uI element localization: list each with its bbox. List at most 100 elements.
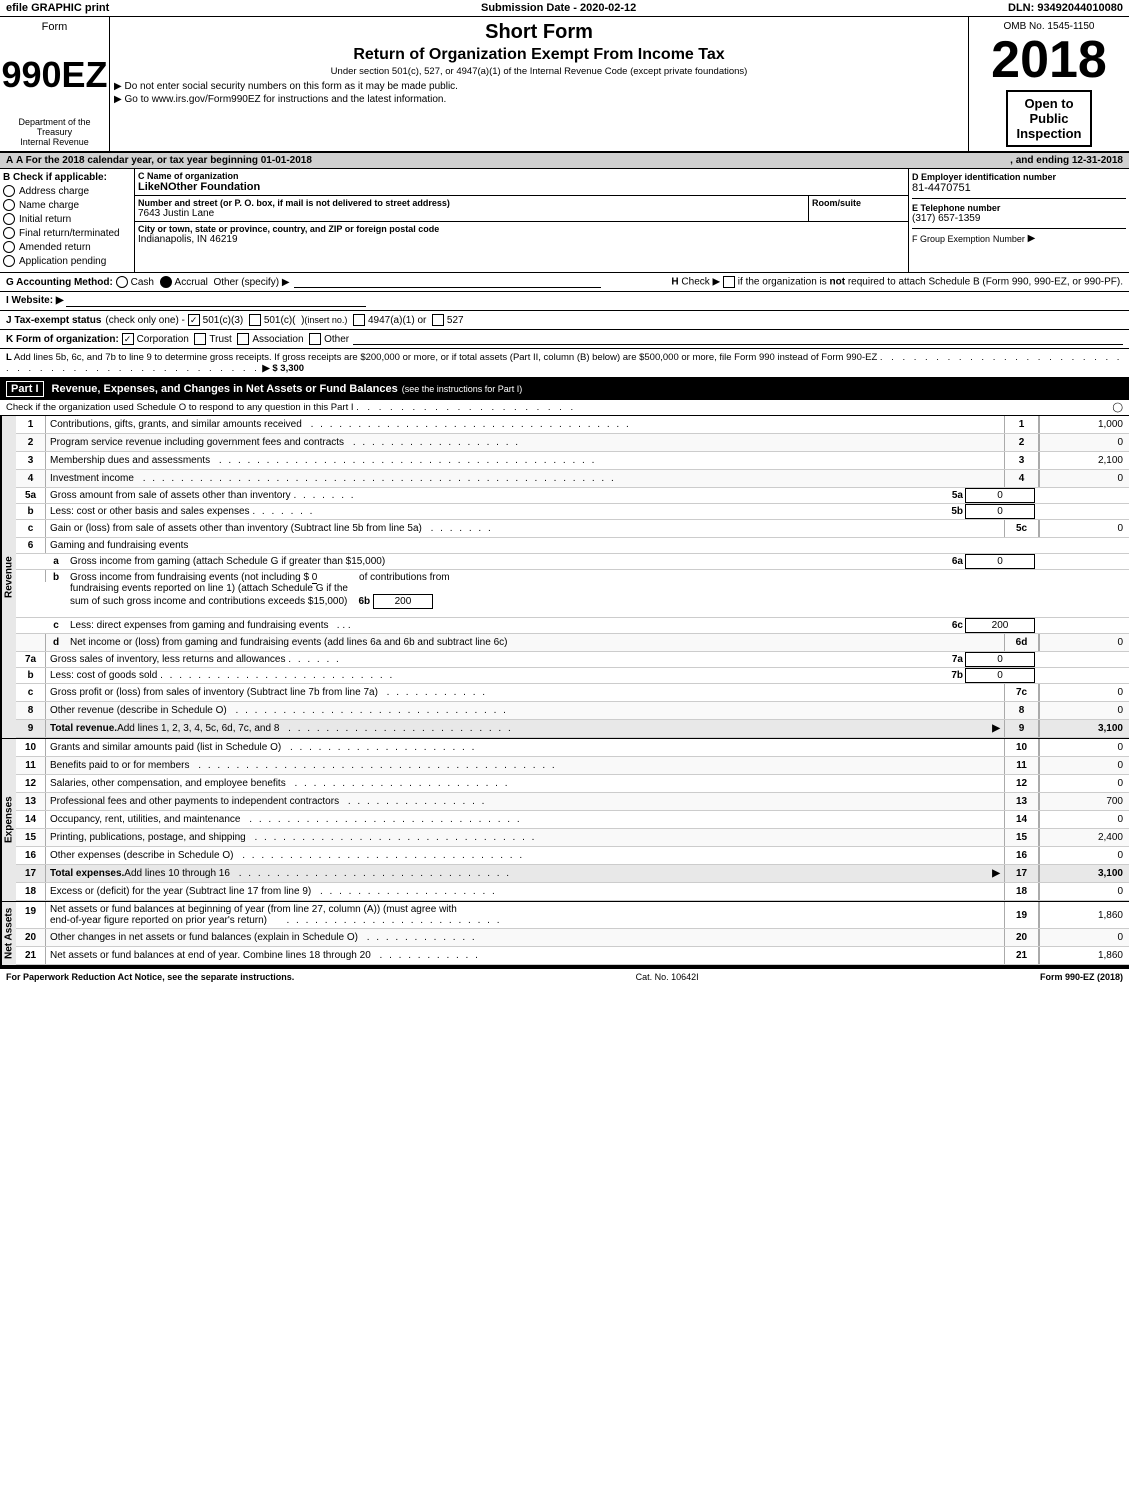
row-13: 13 Professional fees and other payments …: [16, 793, 1129, 811]
row-11: 11 Benefits paid to or for members . . .…: [16, 757, 1129, 775]
website-label: I Website: ▶: [6, 295, 64, 306]
row-16: 16 Other expenses (describe in Schedule …: [16, 847, 1129, 865]
other-org-checkbox: [309, 333, 321, 345]
row-6d: d Net income or (loss) from gaming and f…: [16, 634, 1129, 652]
ein-label: D Employer identification number: [912, 172, 1126, 182]
section-b-label: B Check if applicable:: [3, 172, 131, 183]
trust-checkbox: [194, 333, 206, 345]
section-l-text: L Add lines 5b, 6c, and 7b to line 9 to …: [6, 352, 1122, 374]
revenue-vert-label: Revenue: [0, 416, 16, 738]
schedule-o-check-text: Check if the organization used Schedule …: [6, 402, 576, 413]
row-17: 17 Total expenses. Add lines 10 through …: [16, 865, 1129, 883]
subtitle: Under section 501(c), 527, or 4947(a)(1)…: [114, 66, 964, 77]
initial-return-label: Initial return: [19, 214, 71, 225]
corporation-label: Corporation: [137, 334, 189, 345]
open-to-public-line1: Open to: [1016, 96, 1081, 111]
form-org-label: K Form of organization:: [6, 334, 119, 345]
4947-checkbox: [353, 314, 365, 326]
check-only-label: (check only one) -: [105, 315, 184, 326]
section-a-ending: , and ending 12-31-2018: [1010, 155, 1123, 166]
short-form-title: Short Form: [114, 21, 964, 44]
accrual-label: Accrual: [175, 277, 208, 288]
name-change-label: Name charge: [19, 200, 79, 211]
application-pending-label: Application pending: [19, 256, 106, 267]
row-20: 20 Other changes in net assets or fund b…: [16, 929, 1129, 947]
phone-label: E Telephone number: [912, 203, 1126, 213]
row-8: 8 Other revenue (describe in Schedule O)…: [16, 702, 1129, 720]
room-suite-label: Room/suite: [812, 198, 905, 208]
4947-label: 4947(a)(1) or: [368, 315, 426, 326]
final-return-label: Final return/terminated: [19, 228, 120, 239]
internal-revenue: Internal Revenue: [20, 137, 89, 147]
row-18: 18 Excess or (deficit) for the year (Sub…: [16, 883, 1129, 901]
accounting-label: G Accounting Method:: [6, 277, 116, 288]
amended-return-label: Amended return: [19, 242, 91, 253]
footer-right: Form 990-EZ (2018): [1040, 972, 1123, 982]
trust-label: Trust: [209, 334, 231, 345]
address-value: 7643 Justin Lane: [138, 208, 805, 219]
efile-label: efile GRAPHIC print: [6, 2, 109, 14]
form-label: Form: [42, 21, 68, 33]
other-label: Other (specify) ▶: [213, 277, 289, 288]
section-a-label: A: [6, 155, 13, 166]
open-to-public-line2: Public: [1016, 111, 1081, 126]
part1-title: Revenue, Expenses, and Changes in Net As…: [52, 383, 398, 395]
phone-value: (317) 657-1359: [912, 213, 1126, 224]
check-amended-return: Amended return: [3, 241, 131, 253]
check-application-pending: Application pending: [3, 255, 131, 267]
501c-label: 501(c)(: [264, 315, 296, 326]
row-2: 2 Program service revenue including gove…: [16, 434, 1129, 452]
row-5c: c Gain or (loss) from sale of assets oth…: [16, 520, 1129, 538]
row-4: 4 Investment income . . . . . . . . . . …: [16, 470, 1129, 488]
corporation-checkbox: [122, 333, 134, 345]
org-name: LikeNOther Foundation: [138, 181, 905, 193]
return-title: Return of Organization Exempt From Incom…: [114, 46, 964, 64]
net-assets-vert-label: Net Assets: [0, 902, 16, 965]
cash-label: Cash: [131, 277, 154, 288]
dln: DLN: 93492044010080: [1008, 2, 1123, 14]
row-1: 1 Contributions, gifts, grants, and simi…: [16, 416, 1129, 434]
footer-cat: Cat. No. 10642I: [636, 972, 699, 982]
insert-no-label: (insert no.): [304, 315, 347, 325]
501c3-label: 501(c)(3): [203, 315, 244, 326]
other-org-label: Other: [324, 334, 349, 345]
check-initial-return: Initial return: [3, 213, 131, 225]
expenses-vert-label: Expenses: [0, 739, 16, 901]
dept: Department of the Treasury: [18, 117, 90, 137]
check-name-change: Name charge: [3, 199, 131, 211]
501c3-checkbox: [188, 314, 200, 326]
527-label: 527: [447, 315, 464, 326]
row-15: 15 Printing, publications, postage, and …: [16, 829, 1129, 847]
association-checkbox: [237, 333, 249, 345]
address-change-label: Address charge: [19, 186, 89, 197]
section-a-text: A For the 2018 calendar year, or tax yea…: [16, 155, 1010, 166]
association-label: Association: [252, 334, 303, 345]
row-7c: c Gross profit or (loss) from sales of i…: [16, 684, 1129, 702]
row-14: 14 Occupancy, rent, utilities, and maint…: [16, 811, 1129, 829]
527-checkbox: [432, 314, 444, 326]
check-final-return: Final return/terminated: [3, 227, 131, 239]
ein-value: 81-4470751: [912, 182, 1126, 194]
form-number: 990EZ: [1, 57, 107, 93]
row-10: 10 Grants and similar amounts paid (list…: [16, 739, 1129, 757]
note2: ▶ Go to www.irs.gov/Form990EZ for instru…: [114, 94, 964, 105]
open-to-public-line3: Inspection: [1016, 126, 1081, 141]
footer-left: For Paperwork Reduction Act Notice, see …: [6, 972, 294, 982]
tax-status-label: J Tax-exempt status: [6, 315, 101, 326]
row-12: 12 Salaries, other compensation, and emp…: [16, 775, 1129, 793]
submission-date: Submission Date - 2020-02-12: [481, 2, 636, 14]
check-address-change: Address charge: [3, 185, 131, 197]
part1-see-instructions: (see the instructions for Part I): [402, 384, 523, 394]
group-exemption-arrow: ▶: [1028, 233, 1036, 244]
section-c-label: C Name of organization: [138, 171, 905, 181]
year-badge: 2018: [991, 34, 1107, 86]
note1: ▶ Do not enter social security numbers o…: [114, 81, 964, 92]
501c-checkbox: [249, 314, 261, 326]
group-exemption-label2: Number: [993, 234, 1025, 244]
section-h: H Check ▶ if the organization is not req…: [671, 276, 1123, 288]
city-value: Indianapolis, IN 46219: [138, 234, 905, 245]
row-3: 3 Membership dues and assessments . . . …: [16, 452, 1129, 470]
part1-label: Part I: [6, 381, 44, 397]
group-exemption-label: F Group Exemption: [912, 234, 990, 244]
city-label: City or town, state or province, country…: [138, 224, 905, 234]
